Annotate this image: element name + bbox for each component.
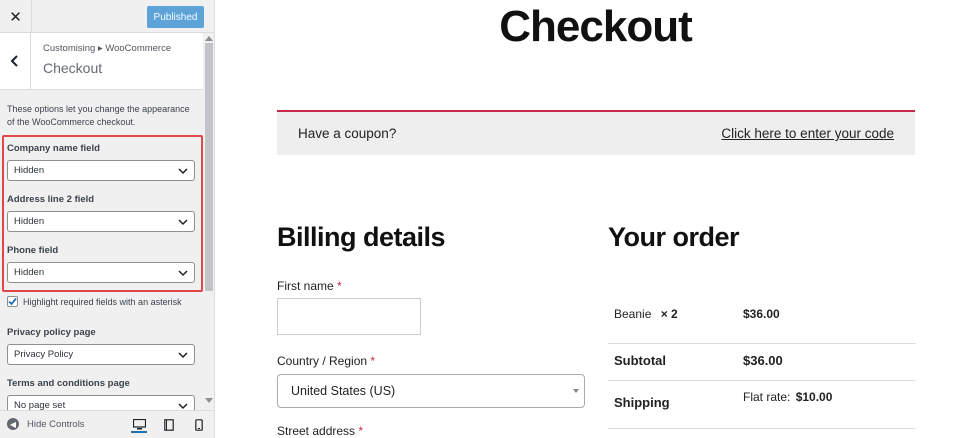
privacy-policy-select[interactable]: Privacy Policy xyxy=(7,344,195,365)
shipping-value: Flat rate: $10.00 xyxy=(743,390,832,404)
subtotal-value: $36.00 xyxy=(743,353,783,368)
shipping-label: Shipping xyxy=(614,395,670,410)
highlight-required-label: Highlight required fields with an asteri… xyxy=(23,296,182,307)
your-order-heading: Your order xyxy=(608,222,740,252)
page-title: Checkout xyxy=(499,2,692,51)
section-title: Checkout xyxy=(43,60,103,76)
order-item-total: $36.00 xyxy=(743,307,780,321)
company-field-label: Company name field xyxy=(7,143,100,154)
mobile-preview-icon[interactable] xyxy=(191,417,207,433)
company-field-value: Hidden xyxy=(14,165,45,176)
chevron-down-icon xyxy=(178,168,188,175)
chevron-down-icon xyxy=(178,352,188,359)
customizer-top-bar: ✕ Published xyxy=(0,0,214,33)
first-name-label-text: First name xyxy=(277,279,334,293)
address2-field-select[interactable]: Hidden xyxy=(7,211,195,232)
coupon-link[interactable]: Click here to enter your code xyxy=(721,126,894,141)
dropdown-arrow-icon xyxy=(573,389,579,393)
street-address-label-text: Street address xyxy=(277,424,356,438)
coupon-notice: Have a coupon? Click here to enter your … xyxy=(277,110,915,155)
back-button[interactable] xyxy=(0,33,31,89)
section-description: These options let you change the appeara… xyxy=(7,104,190,127)
order-divider xyxy=(608,380,916,381)
highlight-required-row: Highlight required fields with an asteri… xyxy=(7,296,182,307)
first-name-label: First name * xyxy=(277,279,342,293)
chevron-down-icon xyxy=(178,219,188,226)
scroll-up-arrow[interactable] xyxy=(205,36,213,41)
country-value: United States (US) xyxy=(291,384,396,398)
section-header: Customising ▸ WooCommerce Checkout xyxy=(0,33,205,90)
breadcrumb: Customising ▸ WooCommerce xyxy=(43,43,172,54)
address2-field-value: Hidden xyxy=(14,216,45,227)
site-preview: Checkout Have a coupon? Click here to en… xyxy=(216,0,975,438)
phone-field-label: Phone field xyxy=(7,245,59,256)
desktop-preview-icon[interactable] xyxy=(131,417,147,433)
tablet-preview-icon[interactable] xyxy=(161,417,177,433)
required-asterisk: * xyxy=(337,279,342,293)
required-asterisk: * xyxy=(370,354,376,368)
chevron-left-icon xyxy=(10,55,18,67)
shipping-method: Flat rate: xyxy=(743,390,791,404)
country-label-text: Country / Region xyxy=(277,354,368,368)
highlight-required-checkbox[interactable] xyxy=(7,296,18,307)
country-label: Country / Region * xyxy=(277,354,375,368)
phone-field-value: Hidden xyxy=(14,267,45,278)
hide-controls-label: Hide Controls xyxy=(27,418,85,430)
item-name-text: Beanie xyxy=(614,307,652,321)
subtotal-label: Subtotal xyxy=(614,353,666,368)
order-item-name: Beanie × 2 xyxy=(614,307,678,321)
chevron-down-icon xyxy=(178,270,188,277)
coupon-text: Have a coupon? xyxy=(298,126,397,141)
customizer-sidebar: ✕ Published Customising ▸ WooCommerce Ch… xyxy=(0,0,215,438)
published-button[interactable]: Published xyxy=(147,6,204,28)
checkmark-icon xyxy=(8,297,17,306)
close-icon[interactable]: ✕ xyxy=(0,0,32,33)
item-quantity: × 2 xyxy=(660,307,678,321)
address2-field-label: Address line 2 field xyxy=(7,194,95,205)
privacy-policy-label: Privacy policy page xyxy=(7,327,96,338)
country-select[interactable]: United States (US) xyxy=(277,374,585,408)
company-field-select[interactable]: Hidden xyxy=(7,160,195,181)
billing-details-heading: Billing details xyxy=(277,222,446,252)
street-address-label: Street address * xyxy=(277,424,363,438)
shipping-amount: $10.00 xyxy=(795,390,833,404)
terms-label: Terms and conditions page xyxy=(7,378,130,389)
hide-controls-icon: ◀ xyxy=(7,418,19,430)
order-divider xyxy=(608,343,916,344)
hide-controls-button[interactable]: ◀ Hide Controls xyxy=(7,418,85,430)
sidebar-scrollbar[interactable] xyxy=(203,33,214,406)
privacy-policy-value: Privacy Policy xyxy=(14,349,74,360)
scroll-down-arrow[interactable] xyxy=(205,398,213,403)
order-divider xyxy=(608,428,916,429)
required-asterisk: * xyxy=(358,424,364,438)
first-name-input[interactable] xyxy=(277,298,421,335)
phone-field-select[interactable]: Hidden xyxy=(7,262,195,283)
customizer-footer: ◀ Hide Controls xyxy=(0,410,214,438)
scroll-thumb[interactable] xyxy=(205,43,213,291)
